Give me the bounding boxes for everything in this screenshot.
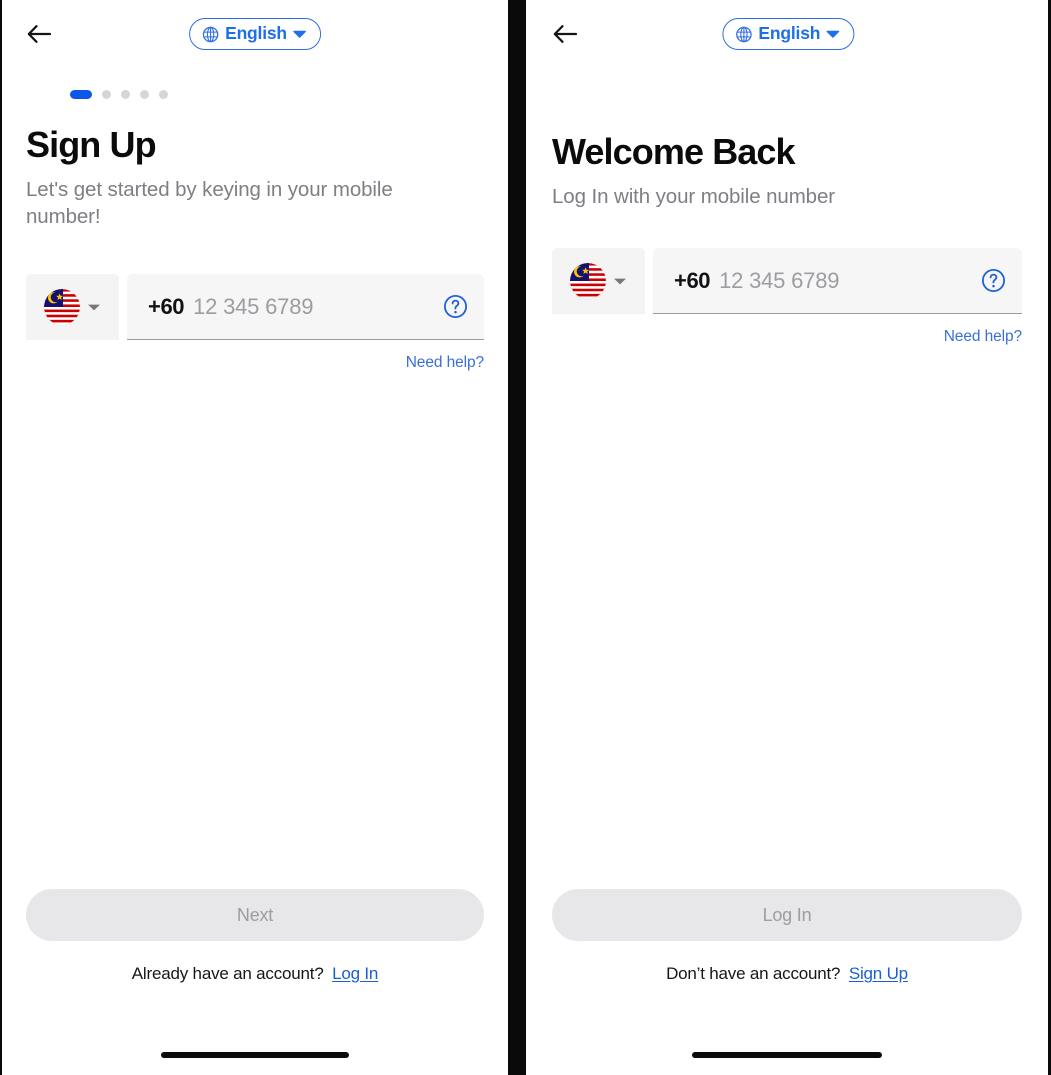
- progress-dot-3: [121, 89, 130, 99]
- switch-auth-prompt: Don’t have an account?: [666, 964, 841, 983]
- next-button[interactable]: Next: [26, 889, 484, 941]
- chevron-down-icon: [613, 277, 627, 286]
- globe-icon: [735, 26, 752, 43]
- malaysia-flag-icon: [44, 289, 80, 326]
- progress-dot-5: [159, 89, 168, 99]
- progress-dot-4: [140, 89, 149, 99]
- progress-dot-2: [102, 89, 111, 99]
- dual-screenshot-container: English Sign Up Let's get started by key…: [0, 0, 1051, 1075]
- phone-number-row: +60 12 345 6789: [552, 248, 1022, 315]
- switch-auth-link[interactable]: Log In: [332, 964, 378, 983]
- country-code-selector[interactable]: [26, 274, 119, 341]
- dial-code-prefix: +60: [674, 267, 711, 293]
- phone-screen-login: English Welcome Back Log In with your mo…: [526, 0, 1048, 1075]
- need-help-row: Need help?: [552, 328, 1022, 346]
- back-button[interactable]: [552, 14, 592, 54]
- page-subtitle: Log In with your mobile number: [552, 185, 836, 209]
- chevron-down-icon: [826, 30, 840, 39]
- top-bar: English: [26, 0, 484, 68]
- language-selector[interactable]: English: [189, 18, 321, 50]
- language-selector[interactable]: English: [722, 18, 855, 50]
- page-title: Sign Up: [26, 124, 157, 165]
- language-label: English: [758, 23, 821, 44]
- switch-auth-link[interactable]: Sign Up: [849, 964, 908, 983]
- arrow-left-icon: [26, 23, 52, 45]
- phone-number-input[interactable]: +60 12 345 6789: [127, 274, 484, 341]
- phone-input-placeholder: 12 345 6789: [193, 293, 314, 319]
- globe-icon: [202, 26, 219, 43]
- question-circle-icon[interactable]: [443, 294, 468, 319]
- page-title: Welcome Back: [552, 131, 796, 172]
- page-subtitle: Let's get started by keying in your mobi…: [26, 178, 393, 229]
- phone-number-input[interactable]: +60 12 345 6789: [653, 248, 1022, 315]
- progress-dots: [26, 83, 484, 105]
- switch-auth-line: Already have an account? Log In: [26, 964, 484, 984]
- switch-auth-line: Don’t have an account? Sign Up: [552, 964, 1022, 984]
- country-code-selector[interactable]: [552, 248, 645, 315]
- need-help-link[interactable]: Need help?: [944, 328, 1022, 346]
- chevron-down-icon: [87, 303, 101, 312]
- top-bar: English: [552, 0, 1022, 68]
- home-indicator: [161, 1052, 349, 1058]
- malaysia-flag-icon: [570, 263, 606, 300]
- language-label: English: [225, 23, 287, 44]
- bottom-actions: Log In Don’t have an account? Sign Up: [552, 889, 1022, 1075]
- progress-dot-1: [70, 89, 92, 99]
- phone-number-row: +60 12 345 6789: [26, 274, 484, 341]
- need-help-row: Need help?: [26, 354, 484, 372]
- bottom-actions: Next Already have an account? Log In: [26, 889, 484, 1075]
- chevron-down-icon: [293, 30, 306, 39]
- dial-code-prefix: +60: [148, 293, 185, 319]
- switch-auth-prompt: Already have an account?: [131, 964, 324, 983]
- home-indicator: [692, 1052, 882, 1058]
- phone-screen-signup: English Sign Up Let's get started by key…: [2, 0, 508, 1075]
- need-help-link[interactable]: Need help?: [406, 354, 484, 372]
- back-button[interactable]: [26, 14, 66, 54]
- arrow-left-icon: [552, 23, 578, 45]
- login-button[interactable]: Log In: [552, 889, 1022, 941]
- question-circle-icon[interactable]: [981, 268, 1006, 293]
- phone-input-placeholder: 12 345 6789: [719, 267, 840, 293]
- heading-block: Welcome Back Log In with your mobile num…: [552, 131, 1022, 210]
- screen-divider: [508, 0, 526, 1075]
- heading-block: Sign Up Let's get started by keying in y…: [26, 124, 484, 230]
